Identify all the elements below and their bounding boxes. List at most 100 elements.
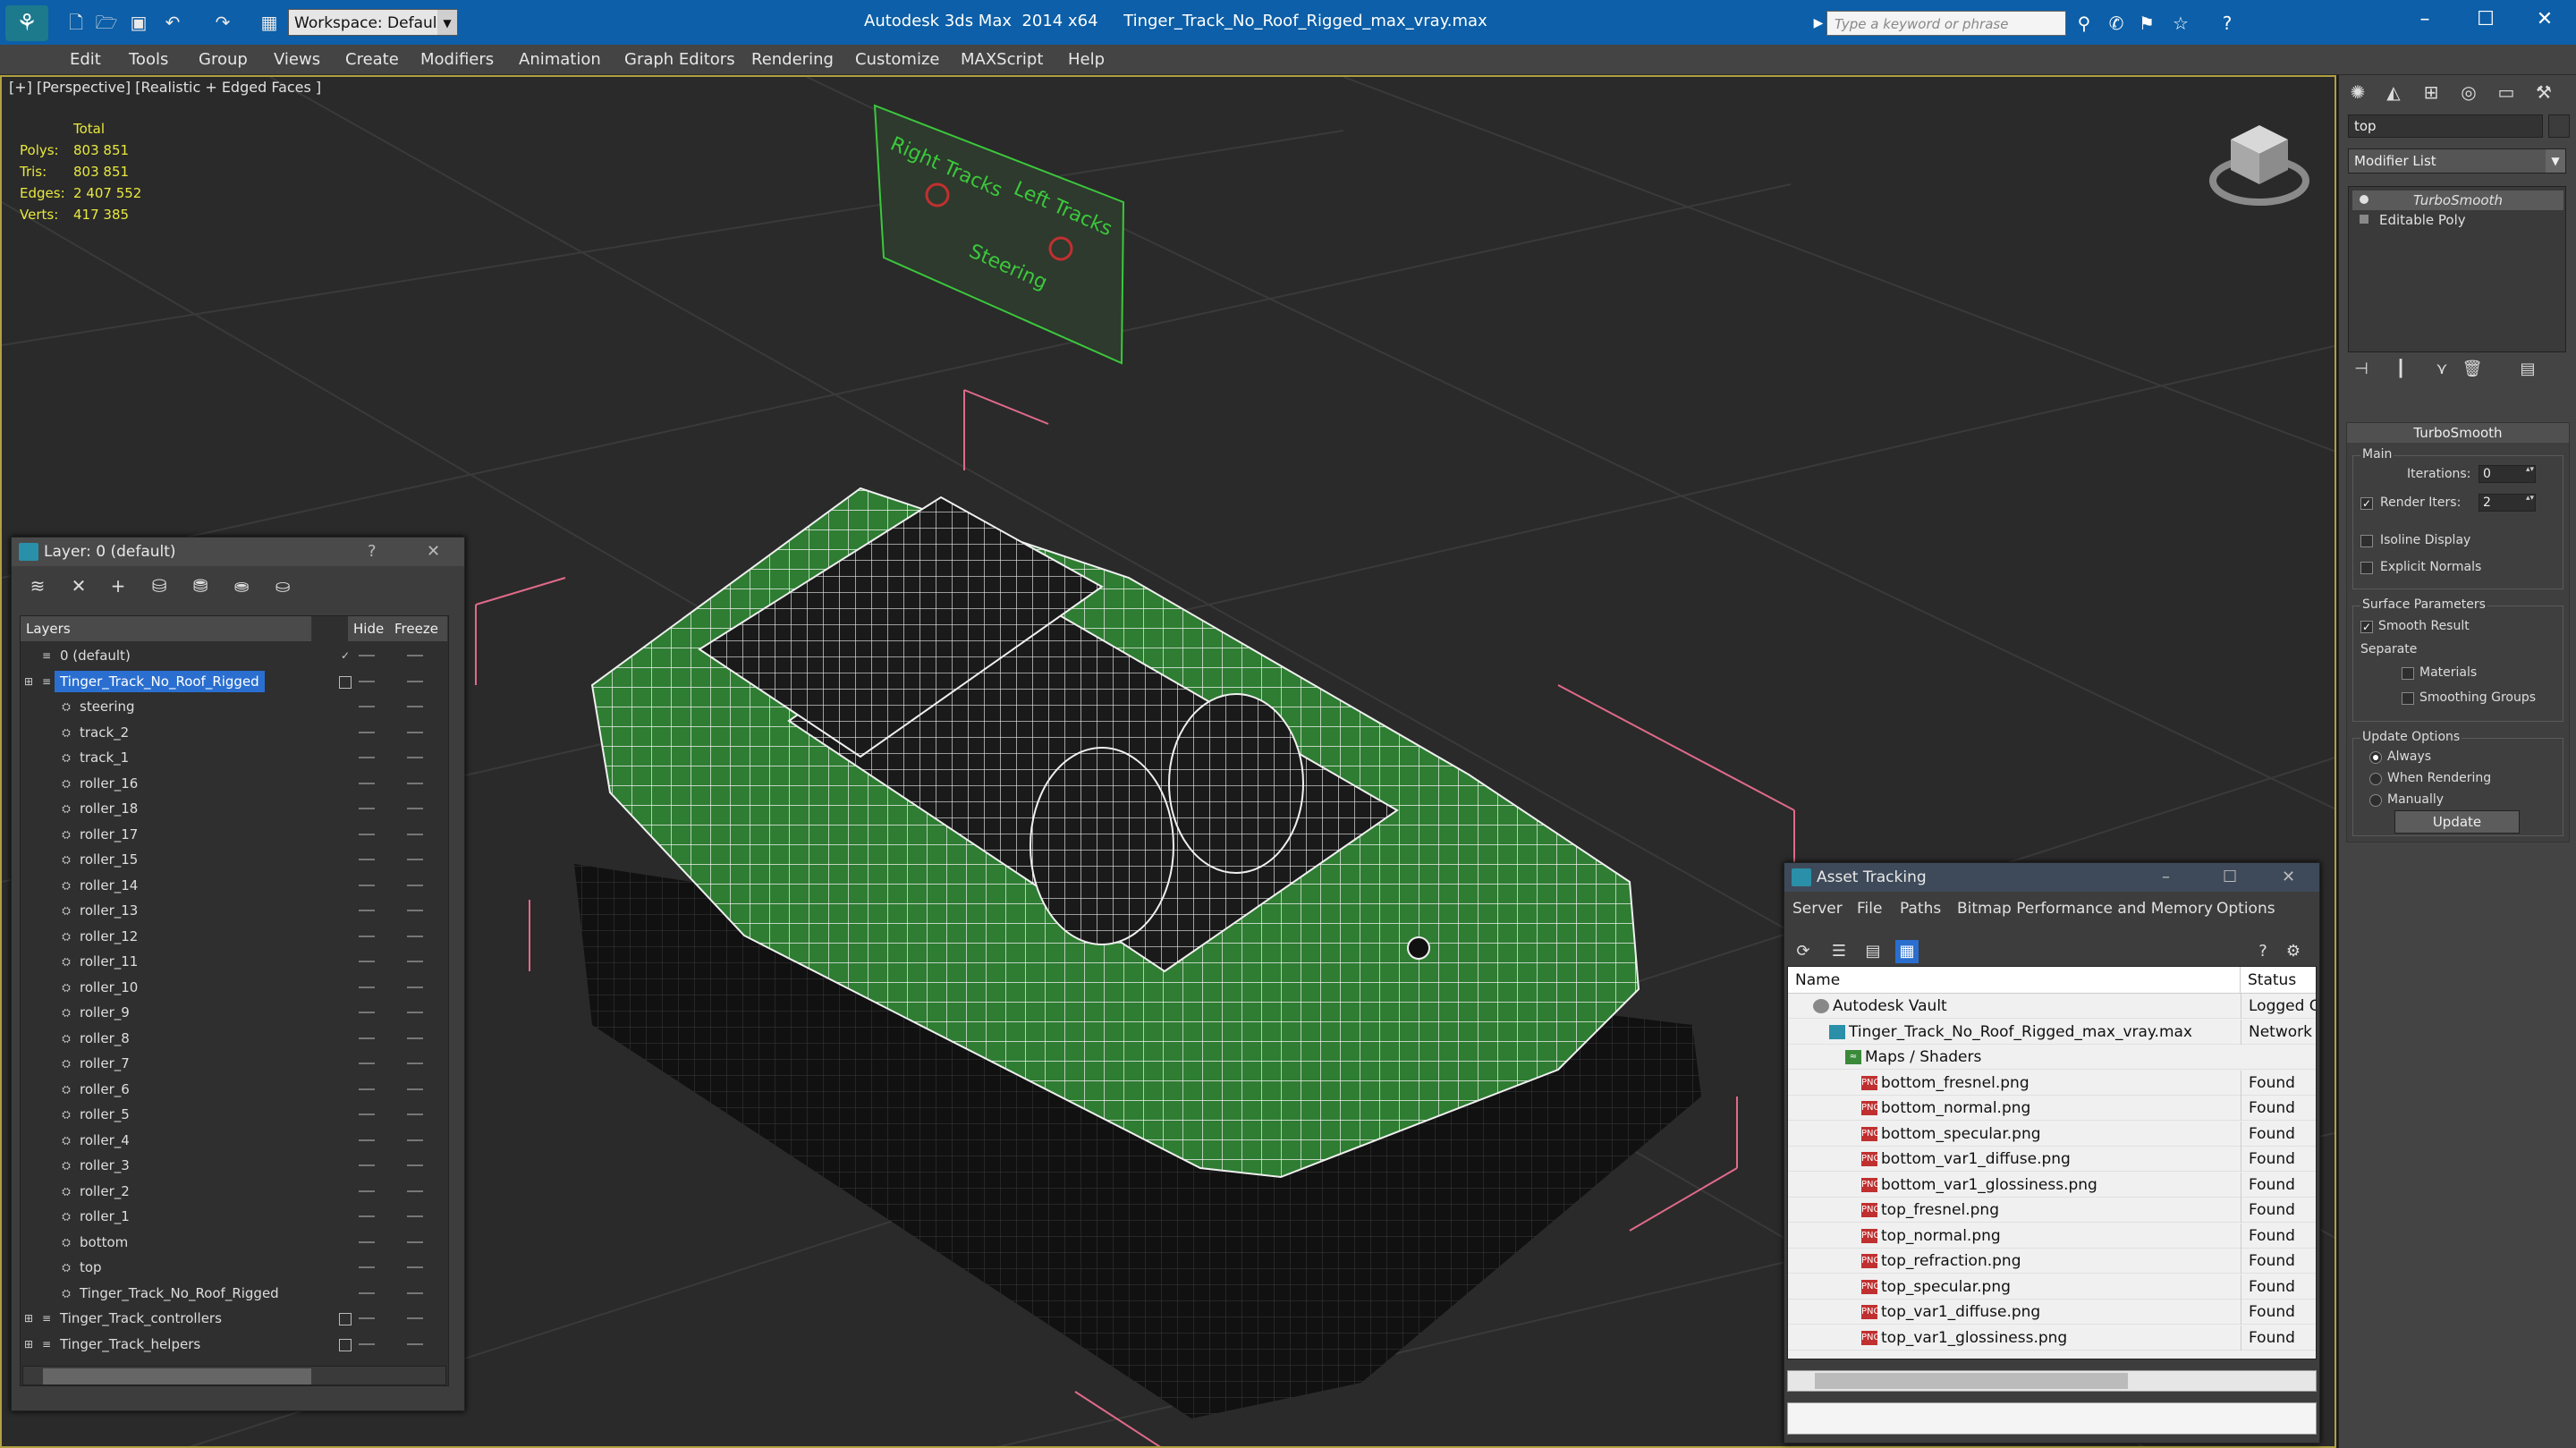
asset-row[interactable]: PNG bottom_var1_glossiness.png Found xyxy=(1788,1172,2316,1198)
layer-row[interactable]: ⛭ roller_10 xyxy=(21,975,448,1000)
add-to-layer-icon[interactable]: + xyxy=(105,575,131,598)
hide-toggle[interactable] xyxy=(359,910,375,911)
freeze-toggle[interactable] xyxy=(407,833,423,835)
hide-toggle[interactable] xyxy=(359,859,375,860)
freeze-toggle[interactable] xyxy=(407,1241,423,1243)
help-icon[interactable]: ? xyxy=(368,538,377,566)
save-icon[interactable]: ▣ xyxy=(125,9,152,36)
asset-path-field[interactable] xyxy=(1787,1402,2317,1435)
layer-row[interactable]: ⛭ top xyxy=(21,1255,448,1280)
layer-panel-header[interactable]: Layer: 0 (default)? ✕ xyxy=(12,538,464,566)
subscription-icon[interactable]: ⚑ xyxy=(2134,11,2159,36)
menu-modifiers[interactable]: Modifiers xyxy=(420,50,494,69)
favorites-star-icon[interactable]: ☆ xyxy=(2168,11,2193,36)
update-button[interactable]: Update xyxy=(2394,810,2520,834)
asset-row[interactable]: Autodesk Vault Logged Out xyxy=(1788,994,2316,1019)
search-input[interactable]: Type a keyword or phrase xyxy=(1826,11,2066,36)
layer-row[interactable]: ⛭ track_1 xyxy=(21,745,448,770)
asset-row[interactable]: PNG top_specular.png Found xyxy=(1788,1274,2316,1300)
asset-row[interactable]: PNG top_fresnel.png Found xyxy=(1788,1198,2316,1223)
smoothing-groups-checkbox[interactable] xyxy=(2402,692,2414,705)
hide-toggle[interactable] xyxy=(359,680,375,682)
open-folder-icon[interactable]: 🗁 xyxy=(93,9,120,36)
smooth-result-checkbox[interactable]: ✓ xyxy=(2360,621,2373,633)
freeze-toggle[interactable] xyxy=(407,1063,423,1064)
freeze-toggle[interactable] xyxy=(407,1164,423,1166)
settings-icon[interactable]: ⚙ xyxy=(2282,940,2305,963)
list-view-icon[interactable]: ☰ xyxy=(1827,940,1851,963)
at-menu-server[interactable]: Server xyxy=(1792,900,1843,918)
rollout-header[interactable]: TurboSmooth xyxy=(2347,423,2569,443)
object-color-swatch[interactable] xyxy=(2548,114,2570,138)
menu-create[interactable]: Create xyxy=(345,50,399,69)
object-name-field[interactable]: top xyxy=(2348,114,2543,138)
asset-tracking-header[interactable]: Asset Tracking – ☐ ✕ xyxy=(1784,863,2319,892)
detail-view-icon[interactable]: ▤ xyxy=(1861,940,1885,963)
hide-toggle[interactable] xyxy=(359,1114,375,1115)
hide-toggle[interactable] xyxy=(359,1190,375,1192)
hide-toggle[interactable] xyxy=(359,1241,375,1243)
freeze-toggle[interactable] xyxy=(407,1266,423,1268)
hide-toggle[interactable] xyxy=(359,935,375,937)
asset-row[interactable]: PNG top_normal.png Found xyxy=(1788,1223,2316,1249)
asset-row[interactable]: ≈ Maps / Shaders xyxy=(1788,1045,2316,1070)
freeze-toggle[interactable] xyxy=(407,1114,423,1115)
freeze-toggle[interactable] xyxy=(407,884,423,886)
isoline-display-checkbox[interactable] xyxy=(2360,535,2373,547)
menu-maxscript[interactable]: MAXScript xyxy=(961,50,1043,69)
highlight-layer-icon[interactable]: ⛃ xyxy=(187,575,214,598)
delete-layer-icon[interactable]: ✕ xyxy=(65,575,92,598)
layer-row[interactable]: ⛭ roller_1 xyxy=(21,1204,448,1229)
at-menu-file[interactable]: File xyxy=(1857,900,1882,918)
layer-row[interactable]: ≡ 0 (default) ✓ xyxy=(21,643,448,668)
freeze-toggle[interactable] xyxy=(407,1037,423,1039)
stack-item-turbosmooth[interactable]: TurboSmooth xyxy=(2352,191,2563,210)
hide-toggle[interactable] xyxy=(359,833,375,835)
minimize-icon[interactable]: – xyxy=(2394,0,2456,39)
layer-row[interactable]: ⛭ roller_4 xyxy=(21,1128,448,1153)
materials-checkbox[interactable] xyxy=(2402,667,2414,680)
hide-toggle[interactable] xyxy=(359,1317,375,1319)
expand-icon[interactable]: ⊞ xyxy=(22,675,35,688)
active-layer-toggle[interactable] xyxy=(339,1338,352,1351)
close-icon[interactable]: ✕ xyxy=(427,538,440,566)
hide-toggle[interactable] xyxy=(359,1164,375,1166)
hide-toggle[interactable] xyxy=(359,1342,375,1345)
stack-item-editable-poly[interactable]: Editable Poly xyxy=(2352,210,2563,230)
undo-icon[interactable]: ↶ xyxy=(159,9,186,36)
menu-animation[interactable]: Animation xyxy=(519,50,601,69)
asset-row[interactable]: PNG top_refraction.png Found xyxy=(1788,1249,2316,1274)
at-menu-bitmap-performance[interactable]: Bitmap Performance and Memory xyxy=(1957,900,2213,918)
lightbulb-icon[interactable] xyxy=(2360,195,2368,204)
layer-row[interactable]: ⛭ steering xyxy=(21,694,448,719)
communication-center-icon[interactable]: ✆ xyxy=(2104,11,2129,36)
layer-horizontal-scrollbar[interactable] xyxy=(22,1366,446,1385)
freeze-toggle[interactable] xyxy=(407,782,423,784)
hide-toggle[interactable] xyxy=(359,1012,375,1013)
table-view-icon[interactable]: ▦ xyxy=(1895,940,1919,963)
maximize-icon[interactable]: ☐ xyxy=(2454,0,2517,39)
asset-row[interactable]: PNG top_var1_glossiness.png Found xyxy=(1788,1325,2316,1351)
remove-modifier-icon[interactable]: 🗑 xyxy=(2459,360,2486,383)
layer-row[interactable]: ⛭ roller_16 xyxy=(21,771,448,796)
layer-row[interactable]: ⛭ roller_2 xyxy=(21,1179,448,1204)
modifier-list-dropdown[interactable]: Modifier List ▼ xyxy=(2348,148,2566,174)
freeze-toggle[interactable] xyxy=(407,731,423,733)
asset-horizontal-scrollbar[interactable] xyxy=(1787,1370,2317,1392)
binoculars-icon[interactable]: ⚲ xyxy=(2072,11,2097,36)
search-expand-icon[interactable]: ▶ xyxy=(1810,11,1826,36)
redo-icon[interactable]: ↷ xyxy=(209,9,236,36)
column-header-name[interactable]: Name xyxy=(1788,967,2241,994)
freeze-toggle[interactable] xyxy=(407,986,423,988)
hierarchy-tab-icon[interactable]: ⊞ xyxy=(2418,79,2445,106)
hide-toggle[interactable] xyxy=(359,961,375,962)
layer-row[interactable]: ⛭ roller_8 xyxy=(21,1026,448,1051)
maximize-icon[interactable]: ☐ xyxy=(2223,863,2237,892)
layer-row[interactable]: ⛭ Tinger_Track_No_Roof_Rigged xyxy=(21,1281,448,1306)
hide-toggle[interactable] xyxy=(359,986,375,988)
freeze-toggle[interactable] xyxy=(407,1012,423,1013)
freeze-toggle[interactable] xyxy=(407,1088,423,1090)
hide-toggle[interactable] xyxy=(359,1063,375,1064)
menu-customize[interactable]: Customize xyxy=(855,50,939,69)
freeze-toggle[interactable] xyxy=(407,1342,423,1345)
